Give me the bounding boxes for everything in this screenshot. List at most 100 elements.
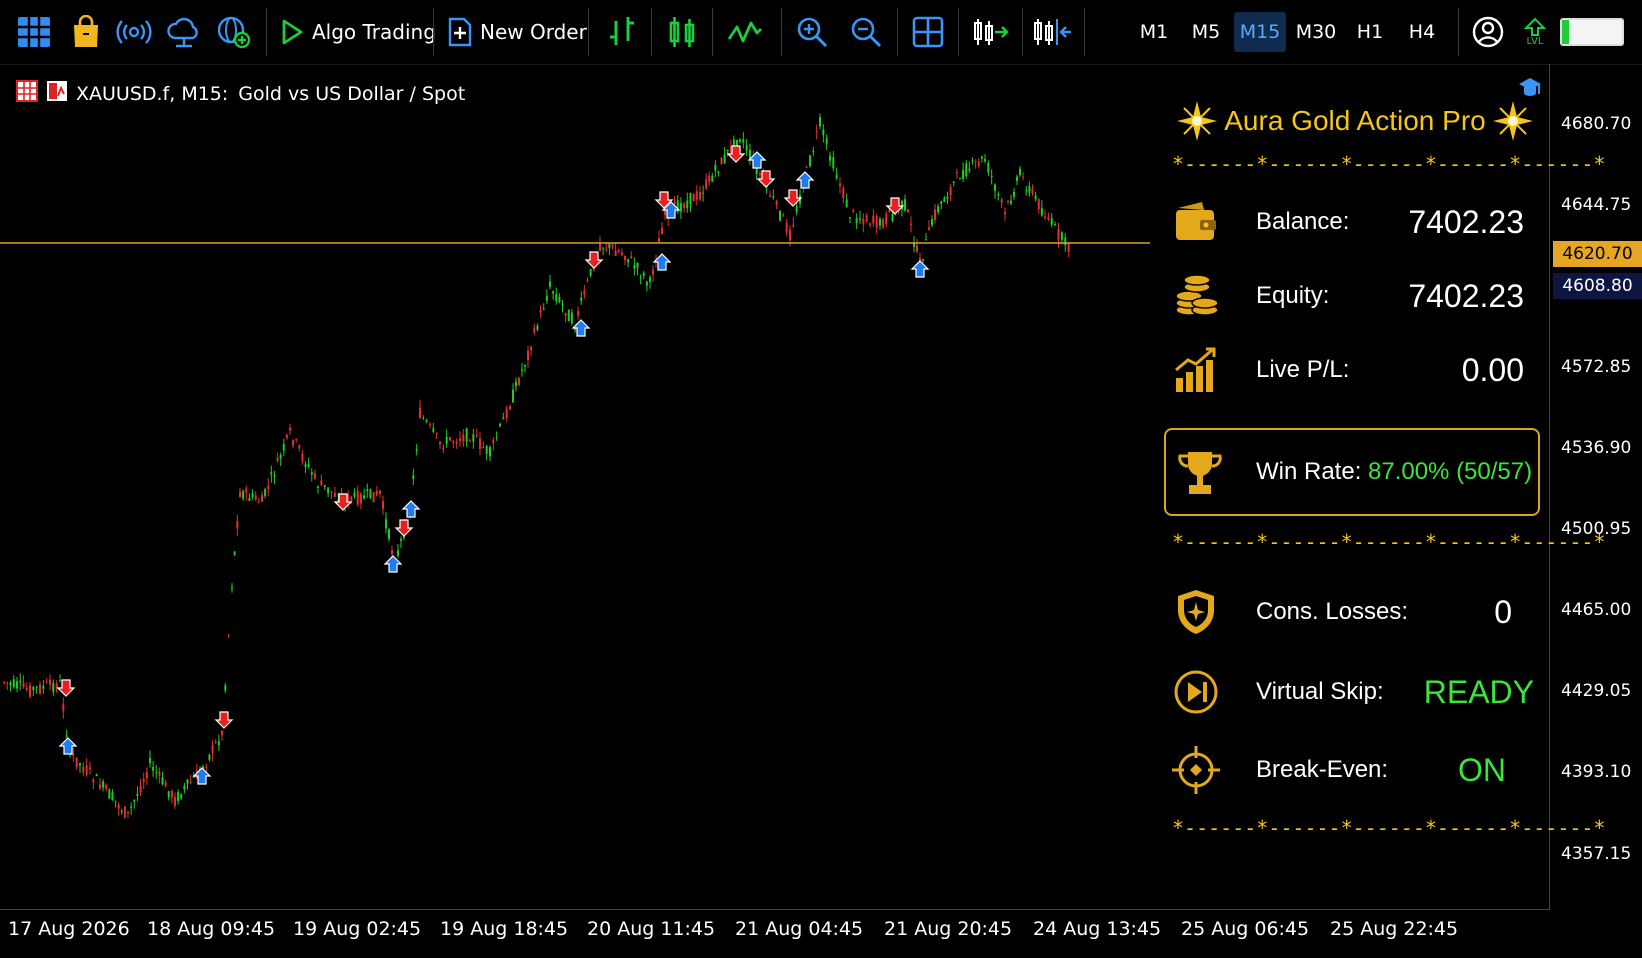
candle-body — [962, 169, 965, 179]
candle-body — [795, 205, 798, 212]
market-bag-icon[interactable] — [66, 12, 106, 52]
candle-body — [356, 490, 359, 505]
candle-body — [869, 223, 871, 226]
candle-body — [435, 432, 438, 435]
zoom-in-icon[interactable] — [792, 12, 832, 52]
candle-body — [1034, 195, 1037, 200]
candle-body — [419, 407, 421, 419]
new-order-button[interactable]: New Order — [448, 12, 587, 52]
candle-body — [636, 262, 639, 269]
candle-body — [19, 680, 22, 683]
timeframe-m30[interactable]: M30 — [1290, 12, 1342, 52]
candle-body — [940, 201, 943, 204]
candle-body — [158, 771, 161, 776]
candle-body — [859, 218, 861, 220]
sell-signal-arrow — [783, 189, 803, 207]
candle-body — [35, 686, 38, 688]
candle-body — [55, 683, 58, 690]
candle-body — [439, 441, 441, 445]
level-progress-bar — [1560, 18, 1624, 46]
algo-trading-button[interactable]: Algo Trading — [280, 12, 436, 52]
candle-body — [1037, 199, 1040, 210]
candle-body — [772, 196, 775, 198]
candle-body — [539, 310, 542, 313]
time-tick: 25 Aug 22:45 — [1330, 918, 1459, 940]
candle-body — [689, 192, 692, 205]
timeframe-h4[interactable]: H4 — [1396, 12, 1448, 52]
candle-body — [1047, 217, 1050, 220]
candle-body — [422, 418, 425, 420]
candle-body — [530, 346, 533, 351]
candle-body — [839, 183, 841, 186]
tile-windows-icon[interactable] — [908, 12, 948, 52]
candle-body — [65, 735, 68, 737]
timeframe-m5[interactable]: M5 — [1180, 12, 1232, 52]
line-chart-icon[interactable] — [722, 12, 768, 52]
candle-body — [723, 154, 726, 163]
candle-body — [139, 785, 142, 793]
candle-body — [320, 480, 323, 486]
candle-body — [455, 441, 458, 444]
account-icon[interactable] — [1468, 12, 1508, 52]
candle-body — [1010, 200, 1012, 204]
candle-body — [59, 680, 61, 682]
candle-body — [711, 175, 714, 182]
zoom-out-icon[interactable] — [846, 12, 886, 52]
bar-chart-icon[interactable] — [602, 12, 642, 52]
price-tick: 4536.90 — [1561, 438, 1632, 458]
grid-menu-icon[interactable] — [14, 12, 54, 52]
buy-signal-arrow — [571, 319, 591, 337]
candle-body — [570, 312, 573, 324]
candle-body — [829, 155, 831, 161]
timeframe-h1[interactable]: H1 — [1344, 12, 1396, 52]
candle-body — [120, 810, 123, 812]
live-pl-label: Live P/L: — [1256, 356, 1350, 383]
candle-body — [558, 296, 561, 302]
candle-body — [1007, 200, 1009, 202]
candle-body — [679, 203, 682, 212]
candle-body — [630, 256, 633, 259]
sparkle-star-icon — [1177, 101, 1218, 141]
chart-shift-icon[interactable] — [1028, 12, 1078, 52]
candle-body — [495, 437, 498, 439]
timeframe-m15[interactable]: M15 — [1234, 12, 1286, 52]
candle-body — [273, 475, 276, 477]
candle-body — [105, 785, 108, 790]
time-tick: 24 Aug 13:45 — [1033, 918, 1162, 940]
candle-body — [170, 791, 173, 798]
candle-body — [661, 227, 663, 234]
candle-body — [879, 218, 881, 226]
candle-body — [307, 463, 310, 467]
candlestick-icon[interactable] — [662, 12, 702, 52]
timeframe-m1[interactable]: M1 — [1128, 12, 1180, 52]
signal-broadcast-icon[interactable] — [114, 12, 154, 52]
candle-body — [965, 163, 968, 177]
buy-signal-arrow — [747, 151, 767, 169]
autoscroll-icon[interactable] — [966, 12, 1016, 52]
candle-body — [145, 772, 148, 779]
level-indicator-icon[interactable]: LVL — [1518, 12, 1552, 52]
candle-body — [366, 489, 369, 492]
candle-body — [133, 800, 136, 802]
candle-body — [248, 497, 251, 501]
candle-body — [12, 679, 15, 688]
candle-body — [412, 475, 415, 479]
candle-body — [1022, 176, 1025, 178]
trophy-icon — [1178, 452, 1222, 494]
candle-body — [714, 164, 717, 171]
candle-body — [586, 280, 589, 282]
candle-body — [264, 488, 267, 497]
candle-body — [512, 389, 514, 403]
candle-body — [295, 439, 298, 441]
candle-body — [388, 529, 390, 539]
candle-body — [449, 437, 451, 441]
candle-body — [949, 187, 952, 196]
new-order-icon — [448, 17, 472, 47]
candle-body — [469, 440, 471, 442]
buy-signal-arrow — [910, 260, 930, 278]
candle-body — [111, 792, 114, 800]
web-add-icon[interactable] — [214, 12, 254, 52]
candle-body — [3, 681, 5, 683]
algo-trading-label: Algo Trading — [312, 20, 436, 44]
cloud-icon[interactable] — [164, 12, 204, 52]
